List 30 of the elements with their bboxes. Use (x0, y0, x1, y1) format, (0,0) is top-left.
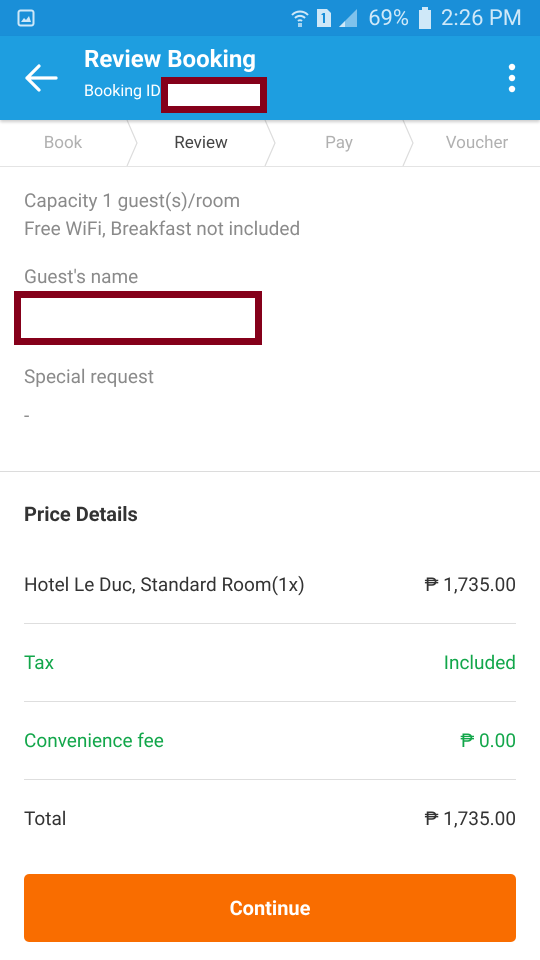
price-value: ₱ 0.00 (460, 729, 516, 752)
clock-time: 2:26 PM (441, 6, 522, 30)
battery-icon (419, 7, 432, 29)
price-label: Convenience fee (24, 729, 164, 752)
more-menu-button[interactable] (508, 63, 516, 93)
room-info-text: Free WiFi, Breakfast not included (24, 216, 302, 242)
image-icon (17, 9, 35, 27)
wifi-icon (290, 8, 310, 28)
back-button[interactable] (24, 63, 58, 93)
battery-level: 69% (368, 6, 410, 30)
guest-name-label: Guest's name (24, 265, 140, 289)
step-label: Review (173, 133, 229, 153)
special-request-label: Special request (24, 365, 155, 388)
room-info-text: Capacity 1 guest(s)/room (24, 188, 242, 214)
screen-title: Review Booking (84, 45, 257, 73)
special-request-value: - (24, 404, 30, 427)
step-label: Book (42, 133, 84, 153)
continue-button[interactable]: Continue (24, 874, 516, 942)
price-label: Tax (24, 651, 54, 674)
price-label: Hotel Le Duc, Standard Room(1x) (24, 573, 305, 596)
price-label: Total (24, 807, 66, 830)
price-value: ₱ 1,735.00 (424, 573, 516, 596)
price-value: ₱ 1,735.00 (424, 807, 516, 830)
signal-icon (338, 8, 358, 28)
step-label: Pay (324, 133, 354, 153)
booking-id-label: Booking ID (84, 81, 161, 100)
section-title: Price Details (24, 502, 139, 528)
step-label: Voucher (444, 133, 510, 153)
price-value: Included (444, 651, 516, 674)
sim-icon (316, 8, 332, 28)
